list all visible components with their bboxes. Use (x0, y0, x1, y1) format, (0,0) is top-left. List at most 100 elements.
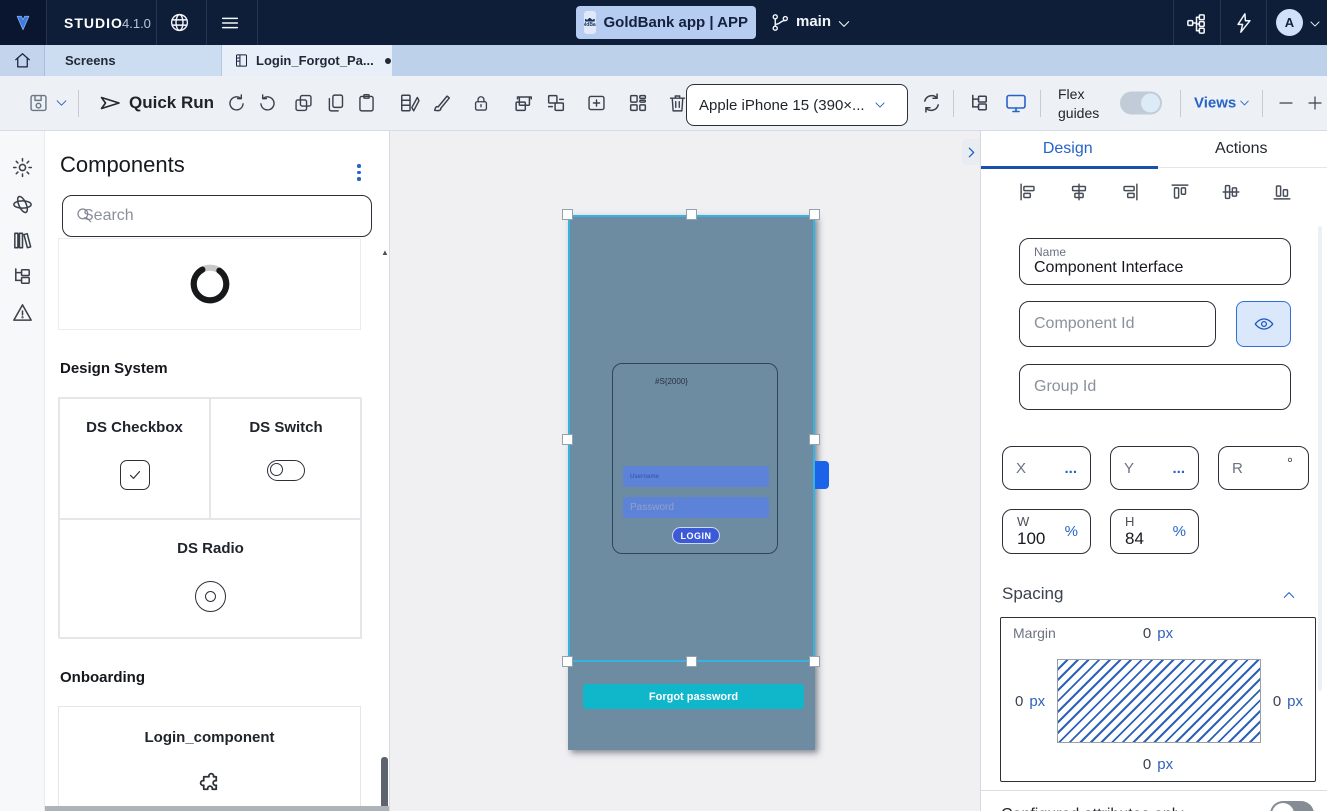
components-panel: Components ▲ Design System DS Checkbox (45, 131, 390, 811)
settings-gear-icon[interactable] (11, 156, 34, 179)
divider (1266, 0, 1267, 45)
lock-icon[interactable] (471, 93, 491, 113)
chevron-up-icon[interactable] (1281, 587, 1297, 603)
app-badge[interactable]: GoldBank GoldBank app | APP (576, 6, 756, 39)
checkbox-icon (119, 460, 150, 490)
margin-top-value[interactable]: 0 px (1001, 625, 1315, 642)
phone-screen-mockup[interactable]: #S{2000} Username Password LOGIN Forgot … (562, 209, 829, 750)
component-ds-checkbox[interactable]: DS Checkbox (59, 398, 210, 519)
margin-right-value[interactable]: 0 px (1273, 693, 1303, 710)
home-tab[interactable] (0, 45, 45, 76)
tab-active-login-forgot[interactable]: Login_Forgot_Pa... (222, 45, 392, 76)
selection-handle-mid-right[interactable] (809, 434, 820, 445)
avatar[interactable]: A (1276, 9, 1303, 36)
w-unit: % (1064, 523, 1078, 540)
component-id-input[interactable] (1020, 302, 1215, 346)
x-position-field[interactable]: X ... (1002, 446, 1091, 490)
redo-icon[interactable] (257, 93, 278, 114)
save-icon[interactable] (28, 93, 49, 114)
flex-guides-toggle[interactable] (1120, 91, 1162, 115)
sitemap-icon[interactable] (1185, 12, 1208, 35)
quick-run-icon[interactable] (98, 91, 122, 115)
copy-icon[interactable] (325, 93, 346, 114)
panel-menu-kebab-icon[interactable] (353, 160, 365, 185)
layer-tree-icon[interactable] (968, 92, 991, 115)
selection-handle-top-right[interactable] (809, 209, 820, 220)
components-grid-icon[interactable] (627, 92, 649, 114)
vertical-scrollbar-thumb[interactable] (381, 757, 388, 810)
align-center-vertical-icon[interactable] (1220, 181, 1242, 203)
height-field[interactable]: H 84 % (1110, 509, 1199, 554)
search-input[interactable] (62, 195, 372, 237)
group-id-input[interactable] (1020, 365, 1290, 409)
hierarchy-icon[interactable] (11, 265, 34, 288)
device-selector[interactable]: Apple iPhone 15 (390×... (686, 84, 908, 126)
component-ds-radio[interactable]: DS Radio (59, 519, 362, 639)
warning-icon[interactable] (11, 301, 34, 324)
chevron-down-icon[interactable] (1238, 97, 1251, 110)
branch-name[interactable]: main (796, 13, 831, 30)
selection-handle-bottom-right[interactable] (809, 656, 820, 667)
align-right-icon[interactable] (1119, 181, 1141, 203)
zoom-in-icon[interactable] (1306, 94, 1324, 112)
component-preview-spinner[interactable] (58, 238, 361, 330)
brush-icon[interactable] (431, 92, 453, 114)
inspector-scrollbar-track[interactable] (1318, 226, 1322, 691)
width-field[interactable]: W 100 % (1002, 509, 1091, 554)
design-canvas[interactable]: #S{2000} Username Password LOGIN Forgot … (390, 131, 980, 811)
atom-icon[interactable] (11, 193, 34, 216)
preview-monitor-icon[interactable] (1004, 91, 1028, 115)
tab-screens[interactable]: Screens (45, 45, 222, 76)
align-bottom-icon[interactable] (1271, 181, 1293, 203)
paste-icon[interactable] (356, 93, 377, 114)
puzzle-icon (199, 772, 217, 791)
r-label: R (1232, 460, 1243, 477)
selection-handle-top-center[interactable] (686, 209, 697, 220)
trash-icon[interactable] (667, 93, 688, 114)
group-id-field[interactable] (1019, 364, 1291, 410)
studio-logo[interactable] (0, 0, 46, 45)
component-ds-switch[interactable]: DS Switch (210, 398, 362, 519)
tab-actions[interactable]: Actions (1155, 131, 1327, 167)
name-field[interactable]: Name Component Interface (1019, 238, 1291, 285)
chevron-down-icon[interactable] (1308, 17, 1322, 31)
align-left-icon[interactable] (1017, 181, 1039, 203)
switch-icon (267, 460, 305, 481)
horizontal-scrollbar[interactable] (45, 806, 389, 811)
save-options-chevron-icon[interactable] (54, 96, 69, 111)
zoom-out-icon[interactable] (1277, 94, 1295, 112)
align-center-horizontal-icon[interactable] (1068, 181, 1090, 203)
add-frame-icon[interactable] (586, 93, 607, 114)
ungroup-icon[interactable] (545, 92, 567, 114)
lightning-icon[interactable] (1233, 12, 1255, 34)
component-id-field[interactable] (1019, 301, 1216, 347)
align-top-icon[interactable] (1169, 181, 1191, 203)
scroll-up-arrow-icon[interactable]: ▲ (381, 248, 389, 257)
selection-handle-bottom-left[interactable] (562, 656, 573, 667)
group-icon[interactable] (512, 92, 534, 114)
tab-design[interactable]: Design (981, 131, 1155, 167)
selection-handle-top-left[interactable] (562, 209, 573, 220)
component-login-component[interactable]: Login_component (58, 706, 361, 811)
refresh-icon[interactable] (920, 92, 943, 115)
selection-side-handle[interactable] (815, 461, 829, 489)
margin-left-value[interactable]: 0 px (1015, 693, 1045, 710)
forgot-password-button[interactable]: Forgot password (583, 684, 804, 709)
duplicate-icon[interactable] (293, 93, 314, 114)
undo-icon[interactable] (226, 93, 247, 114)
globe-icon[interactable] (169, 12, 190, 33)
configured-attributes-toggle[interactable] (1270, 801, 1314, 811)
visibility-button[interactable] (1236, 301, 1291, 347)
margin-bottom-value[interactable]: 0 px (1001, 756, 1315, 773)
selection-handle-mid-left[interactable] (562, 434, 573, 445)
menu-icon[interactable] (219, 12, 241, 34)
selection-handle-bottom-center[interactable] (686, 656, 697, 667)
views-dropdown[interactable]: Views (1194, 95, 1236, 112)
panel-expand-button[interactable] (962, 139, 980, 165)
y-position-field[interactable]: Y ... (1110, 446, 1199, 490)
chevron-down-icon[interactable] (836, 16, 852, 32)
theme-styles-icon[interactable] (399, 92, 421, 114)
rotation-field[interactable]: R ° (1218, 446, 1309, 490)
library-books-icon[interactable] (11, 229, 34, 252)
quick-run-button[interactable]: Quick Run (129, 93, 214, 113)
